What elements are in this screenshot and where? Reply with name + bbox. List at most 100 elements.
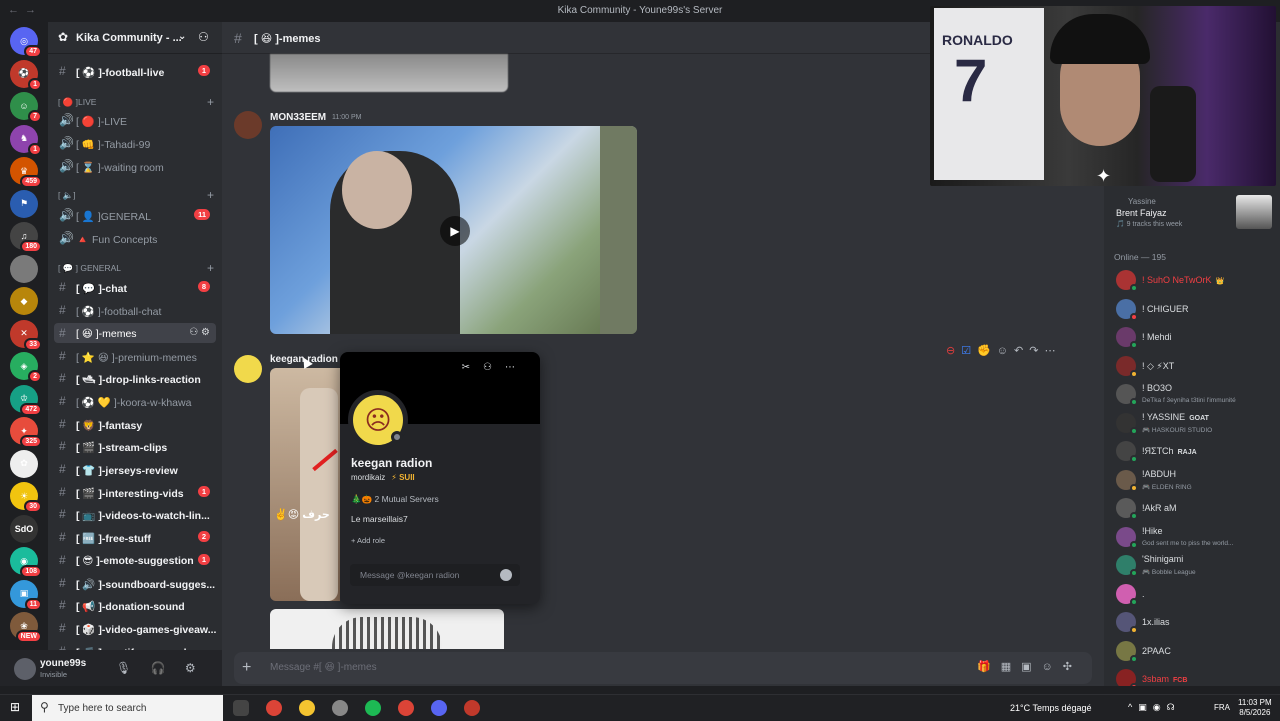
add-attachment-icon[interactable]: +: [242, 659, 251, 677]
server-icon[interactable]: ✿: [10, 449, 38, 478]
server-icon[interactable]: ◆: [10, 287, 38, 315]
server-icon[interactable]: [10, 254, 38, 283]
server-icon[interactable]: ✕ 33: [10, 319, 42, 351]
member-item[interactable]: 1x.ilias: [1110, 610, 1274, 634]
channel-item[interactable]: # [ 💬 ]-chat 8: [54, 277, 216, 297]
image-attachment[interactable]: [270, 609, 504, 649]
app-icon[interactable]: [332, 700, 348, 716]
chevron-down-icon[interactable]: ⌄: [178, 31, 186, 42]
channel-item[interactable]: # [ 📺 ]-videos-to-watch-lin...: [54, 504, 216, 524]
channel-item[interactable]: # [ ⚽ ]-football-live 1: [54, 61, 216, 81]
member-item[interactable]: ! ◇ ⚡XT: [1110, 354, 1274, 378]
channel-item[interactable]: # [ 🎬 ]-stream-clips: [54, 436, 216, 456]
channel-item[interactable]: # [ 😎 ]-emote-suggestion 1: [54, 550, 216, 570]
play-icon[interactable]: ▶: [440, 216, 470, 246]
server-header[interactable]: ✿ Kika Community - ... ⌄ ⚇: [48, 22, 222, 54]
channel-item[interactable]: 🔊[ 👊 ]-Tahadi-99: [54, 133, 216, 153]
add-channel-icon[interactable]: +: [207, 188, 214, 202]
voice-controls[interactable]: 🎙 🎧 ⚙: [116, 661, 204, 675]
app-icon[interactable]: [464, 700, 480, 716]
member-item[interactable]: ! CHIGUER: [1110, 297, 1274, 321]
weather-widget[interactable]: 21°C Temps dégagé: [1010, 703, 1092, 713]
spotify-icon[interactable]: [365, 700, 381, 716]
category-general[interactable]: [ 💬 ] GENERAL +: [58, 261, 218, 275]
server-icon[interactable]: ◎ 47: [10, 27, 42, 58]
message-hover-actions[interactable]: ⊖☑✊☺↶↷⋯: [946, 344, 1061, 357]
taskbar-clock[interactable]: 11:03 PM 8/5/2026: [1238, 698, 1272, 718]
channel-item[interactable]: # [ 🦁 ]-fantasy: [54, 414, 216, 434]
server-icon[interactable]: ✦ 325: [10, 417, 42, 448]
member-item[interactable]: !ЯΣTCh RAJA: [1110, 439, 1274, 463]
language-indicator[interactable]: FRA: [1214, 703, 1230, 712]
member-item[interactable]: ! YASSINE GOAT 🎮 HASKOURI STUDIO: [1110, 411, 1274, 435]
channel-item[interactable]: # [ 🔊 ]-soundboard-sugges...: [54, 573, 216, 593]
server-icon[interactable]: ♞ 1: [10, 124, 42, 156]
mutual-servers[interactable]: 🎄🎃 2 Mutual Servers: [351, 494, 439, 505]
image-attachment[interactable]: ✌️😡 حرف: [270, 368, 340, 601]
channel-item[interactable]: # [ 🎬 ]-interesting-vids 1: [54, 482, 216, 502]
profile-actions[interactable]: ✂⚇⋯: [462, 362, 528, 373]
channel-item[interactable]: 🔊 🔺 Fun Concepts: [54, 228, 216, 248]
server-icon[interactable]: ◉ 108: [10, 547, 42, 578]
file-explorer-icon[interactable]: [299, 700, 315, 716]
task-view-icon[interactable]: [233, 700, 249, 716]
emoji-icon[interactable]: [500, 569, 512, 581]
channel-settings-icon[interactable]: ⚇ ⚙: [189, 327, 210, 338]
server-icon[interactable]: ⚽ 1: [10, 59, 42, 91]
composer-tools[interactable]: 🎁▦▣☺✣: [977, 660, 1082, 673]
add-channel-icon[interactable]: +: [207, 95, 214, 109]
avatar[interactable]: [14, 658, 36, 680]
member-item[interactable]: .: [1110, 582, 1274, 606]
avatar[interactable]: [234, 111, 262, 139]
channel-item[interactable]: # [ ⚽ 💛 ]-koora-w-khawa: [54, 391, 216, 411]
member-item[interactable]: ! SuhO NeTwOrK 👑: [1110, 268, 1274, 292]
server-icon[interactable]: ☺ 7: [10, 92, 42, 123]
server-icon[interactable]: ♫ 180: [10, 222, 42, 253]
server-icon[interactable]: ☀ 30: [10, 482, 42, 513]
server-icon[interactable]: ◈ 2: [10, 352, 42, 383]
channel-item[interactable]: # [ 🆓 ]-free-stuff 2: [54, 527, 216, 547]
server-icon[interactable]: ❀ NEW: [10, 612, 42, 643]
system-tray[interactable]: ^▣◉☊: [1128, 702, 1181, 713]
server-icon[interactable]: SdO: [10, 514, 38, 543]
channel-item[interactable]: # [ ⭐ 😆 ]-premium-memes: [54, 346, 216, 366]
category-live[interactable]: [ 🔴 ]LIVE +: [58, 95, 218, 109]
channel-item[interactable]: # [ ⚽ ]-football-chat: [54, 300, 216, 320]
invite-icon[interactable]: ⚇: [198, 30, 209, 44]
server-icon[interactable]: ⚑: [10, 189, 38, 218]
member-item[interactable]: !Hike God sent me to piss the world...: [1110, 525, 1274, 549]
channel-item[interactable]: 🔊[ 🔴 ]-LIVE: [54, 110, 216, 130]
server-icon[interactable]: ♔ 472: [10, 384, 42, 416]
windows-start-icon[interactable]: ⊞: [10, 700, 22, 714]
chrome-icon[interactable]: [266, 700, 282, 716]
avatar[interactable]: [234, 355, 262, 383]
now-playing[interactable]: Yassine Brent Faiyaz 🎵 9 tracks this wee…: [1116, 195, 1276, 229]
discord-icon[interactable]: [431, 700, 447, 716]
member-item[interactable]: 'Shinigami 🎮 Bobble League: [1110, 553, 1274, 577]
message-composer[interactable]: + Message #[ 😆 ]-memes 🎁▦▣☺✣: [234, 652, 1092, 684]
channel-item[interactable]: # [ 👕 ]-jerseys-review: [54, 459, 216, 479]
member-item[interactable]: ! BO3O DeTka f 3eyniha t3tini l'immunité: [1110, 382, 1274, 406]
media-attachment[interactable]: [270, 54, 508, 92]
channel-item[interactable]: # [ 🛥 ]-drop-links-reaction: [54, 368, 216, 388]
member-item[interactable]: 3sbam FCB: [1110, 667, 1274, 686]
channel-item[interactable]: 🔊[ 👤 ]GENERAL 11: [54, 205, 216, 225]
message-author[interactable]: MON33EEM: [270, 112, 326, 123]
member-item[interactable]: !AkR aM: [1110, 496, 1274, 520]
category-voice[interactable]: [ 🔈] +: [58, 188, 218, 202]
server-icon[interactable]: ♛ 459: [10, 157, 42, 188]
member-item[interactable]: ! Mehdi: [1110, 325, 1274, 349]
channel-item[interactable]: 🔊[ ⌛ ]-waiting room: [54, 156, 216, 176]
profile-message-input[interactable]: Message @keegan radion: [350, 564, 520, 586]
channel-item[interactable]: # [ 🎲 ]-video-games-giveaw...: [54, 618, 216, 638]
add-channel-icon[interactable]: +: [207, 261, 214, 275]
channel-item[interactable]: # [ 😆 ]-memes ⚇ ⚙: [54, 323, 216, 343]
server-icon[interactable]: ▣ 11: [10, 579, 42, 611]
add-role-button[interactable]: + Add role: [351, 536, 385, 545]
taskbar-search[interactable]: ⚲ Type here to search: [32, 695, 223, 721]
video-attachment[interactable]: ▶: [270, 126, 637, 334]
member-item[interactable]: !ABDUH 🎮 ELDEN RING: [1110, 468, 1274, 492]
channel-item[interactable]: # [ 📢 ]-donation-sound: [54, 595, 216, 615]
member-item[interactable]: 2PAAC: [1110, 639, 1274, 663]
chrome-icon[interactable]: [398, 700, 414, 716]
